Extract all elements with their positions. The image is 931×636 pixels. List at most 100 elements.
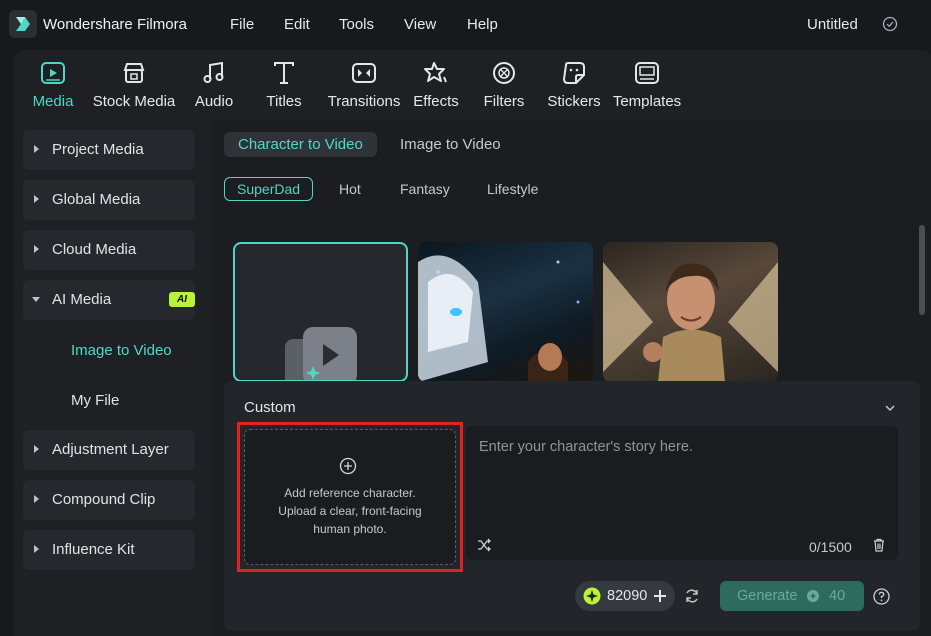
title-bar: Wondershare Filmora File Edit Tools View… <box>0 0 931 50</box>
upload-instruction-line2: Upload a clear, front-facing <box>278 504 422 518</box>
tab-audio-label: Audio <box>194 93 234 110</box>
vertical-scrollbar[interactable] <box>919 225 925 315</box>
credit-cost-icon <box>807 590 819 602</box>
add-circle-icon <box>339 457 357 475</box>
ai-badge: AI <box>169 292 195 307</box>
tab-titles-label: Titles <box>266 93 302 110</box>
document-title: Untitled <box>807 16 858 33</box>
template-thumbnail-robot[interactable] <box>418 242 593 382</box>
sidebar-item-global-media[interactable]: Global Media <box>23 180 195 220</box>
stickers-icon <box>563 62 585 84</box>
credit-gem-icon <box>583 587 601 605</box>
menu-edit[interactable]: Edit <box>284 16 310 33</box>
tab-audio[interactable]: Audio <box>186 50 242 120</box>
media-sidebar: Project Media Global Media Cloud Media A… <box>14 120 213 636</box>
tab-stock-media[interactable]: Stock Media <box>90 50 178 120</box>
sidebar-item-label: Global Media <box>52 191 141 208</box>
custom-character-card[interactable] <box>233 242 408 382</box>
transitions-icon <box>352 63 376 83</box>
category-fantasy[interactable]: Fantasy <box>400 181 450 197</box>
templates-icon <box>635 62 659 84</box>
custom-panel: Custom Add reference character. Upload a… <box>224 381 920 631</box>
sidebar-item-influence-kit[interactable]: Influence Kit <box>23 530 195 570</box>
filmora-logo-icon <box>9 10 37 38</box>
expand-arrow-icon <box>34 195 39 203</box>
expand-arrow-icon <box>34 445 39 453</box>
tab-stock-media-label: Stock Media <box>92 93 176 110</box>
tab-filters-label: Filters <box>483 93 525 110</box>
generate-button[interactable]: Generate 40 <box>720 581 864 611</box>
credits-balance[interactable]: 82090 <box>575 581 675 611</box>
titles-icon <box>274 62 294 84</box>
menu-tools[interactable]: Tools <box>339 16 374 33</box>
tab-image-to-video[interactable]: Image to Video <box>400 136 501 153</box>
tab-stickers-label: Stickers <box>547 93 601 110</box>
upload-reference-character[interactable]: Add reference character. Upload a clear,… <box>244 429 456 565</box>
sidebar-item-compound-clip[interactable]: Compound Clip <box>23 480 195 520</box>
tab-filters[interactable]: Filters <box>477 50 531 120</box>
upload-instruction-line3: human photo. <box>313 522 387 536</box>
angel-warrior-image <box>603 262 778 382</box>
generate-cost: 40 <box>829 588 846 604</box>
help-icon[interactable] <box>873 588 890 605</box>
expand-arrow-icon <box>34 145 39 153</box>
category-superdad[interactable]: SuperDad <box>224 177 314 201</box>
shuffle-icon[interactable] <box>477 538 491 552</box>
tab-transitions[interactable]: Transitions <box>322 50 406 120</box>
stock-media-icon <box>123 63 145 83</box>
filters-icon <box>493 62 515 84</box>
media-icon <box>41 62 65 84</box>
add-credits-icon[interactable] <box>653 589 667 603</box>
sidebar-item-project-media[interactable]: Project Media <box>23 130 195 170</box>
expand-arrow-icon <box>34 495 39 503</box>
refresh-icon[interactable] <box>684 588 700 604</box>
menu-file[interactable]: File <box>230 16 254 33</box>
upload-highlight-frame: Add reference character. Upload a clear,… <box>237 422 463 572</box>
sidebar-item-label: Adjustment Layer <box>52 441 169 458</box>
generate-label: Generate <box>737 588 798 604</box>
main-toolbar: Media Stock Media Audio Titles Transitio… <box>14 50 931 120</box>
tab-titles[interactable]: Titles <box>258 50 310 120</box>
tab-templates-label: Templates <box>612 93 682 110</box>
ai-media-panel: Character to Video Image to Video SuperD… <box>213 120 931 636</box>
effects-icon <box>424 62 447 83</box>
sidebar-subitem-image-to-video[interactable]: Image to Video <box>71 342 172 359</box>
image-to-video-icon <box>285 327 357 380</box>
expand-arrow-icon <box>34 245 39 253</box>
menu-view[interactable]: View <box>404 16 436 33</box>
sidebar-subitem-my-file[interactable]: My File <box>71 392 119 409</box>
story-placeholder: Enter your character's story here. <box>479 439 693 455</box>
tab-effects-label: Effects <box>413 93 459 110</box>
tab-effects[interactable]: Effects <box>408 50 464 120</box>
category-lifestyle[interactable]: Lifestyle <box>487 181 538 197</box>
menu-help[interactable]: Help <box>467 16 498 33</box>
robot-scene-image <box>418 255 580 382</box>
category-hot[interactable]: Hot <box>339 181 361 197</box>
saved-check-icon[interactable] <box>882 16 898 32</box>
sidebar-item-label: Influence Kit <box>52 541 135 558</box>
template-thumbnail-angel[interactable] <box>603 242 778 382</box>
custom-panel-title: Custom <box>244 399 296 416</box>
tab-character-to-video[interactable]: Character to Video <box>224 132 377 157</box>
collapse-arrow-icon <box>32 297 40 302</box>
sidebar-item-cloud-media[interactable]: Cloud Media <box>23 230 195 270</box>
story-input[interactable]: Enter your character's story here. 0/150… <box>466 426 898 560</box>
sidebar-item-label: Compound Clip <box>52 491 156 508</box>
character-count: 0/1500 <box>809 539 852 555</box>
sidebar-item-label: Project Media <box>52 141 144 158</box>
credits-amount: 82090 <box>607 588 648 604</box>
tab-media-label: Media <box>32 93 74 110</box>
trash-icon[interactable] <box>872 538 886 552</box>
upload-instruction-line1: Add reference character. <box>284 486 416 500</box>
chevron-down-icon[interactable] <box>883 401 897 415</box>
expand-arrow-icon <box>34 545 39 553</box>
audio-icon <box>203 61 224 83</box>
tab-stickers[interactable]: Stickers <box>546 50 602 120</box>
tab-transitions-label: Transitions <box>327 93 401 110</box>
sidebar-item-label: AI Media <box>52 291 112 308</box>
sidebar-item-ai-media[interactable]: AI Media AI <box>23 280 195 320</box>
app-name: Wondershare Filmora <box>43 16 187 33</box>
tab-templates[interactable]: Templates <box>612 50 682 120</box>
tab-media[interactable]: Media <box>24 50 82 120</box>
sidebar-item-adjustment-layer[interactable]: Adjustment Layer <box>23 430 195 470</box>
